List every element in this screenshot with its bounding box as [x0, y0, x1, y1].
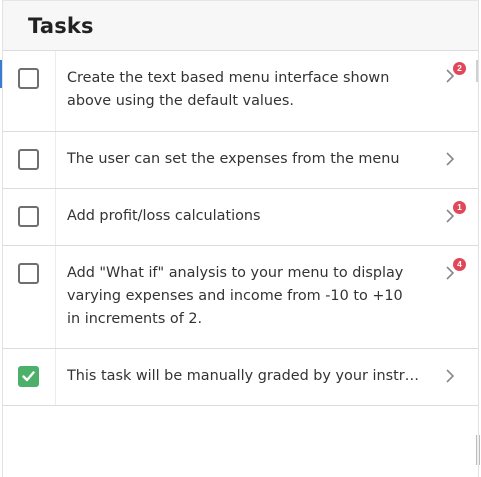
task-checkbox[interactable]	[18, 206, 39, 227]
task-checkbox[interactable]	[18, 263, 39, 284]
scrollbar-thumb[interactable]	[476, 435, 480, 465]
task-item-4[interactable]: Add "What if" analysis to your menu to d…	[3, 246, 478, 349]
task-text: This task will be manually graded by you…	[67, 368, 443, 384]
chevron-right-icon[interactable]	[443, 369, 457, 383]
page-title: Tasks	[28, 13, 94, 38]
tasks-panel: Tasks Create the text based menu interfa…	[2, 0, 479, 477]
chevron-right-icon[interactable]	[443, 152, 457, 166]
task-text: Create the text based menu interface sho…	[67, 70, 390, 109]
check-icon	[22, 371, 35, 382]
task-checkbox[interactable]	[18, 149, 39, 170]
task-text: Add "What if" analysis to your menu to d…	[67, 265, 404, 327]
task-item-1[interactable]: Create the text based menu interface sho…	[3, 51, 478, 132]
scrollbar-top	[476, 60, 478, 82]
task-text: Add profit/loss calculations	[67, 208, 261, 224]
task-checkbox-cell	[3, 189, 56, 245]
task-item-2[interactable]: The user can set the expenses from the m…	[3, 132, 478, 189]
task-checkbox-cell	[3, 246, 56, 348]
notification-badge: 1	[453, 201, 466, 214]
task-checkbox-cell	[3, 51, 56, 131]
notification-badge: 2	[453, 62, 466, 75]
task-item-3[interactable]: Add profit/loss calculations 1	[3, 189, 478, 246]
task-checkbox[interactable]	[18, 68, 39, 89]
task-item-5[interactable]: This task will be manually graded by you…	[3, 349, 478, 406]
task-text: The user can set the expenses from the m…	[67, 151, 400, 167]
task-checkbox-cell	[3, 132, 56, 188]
task-checkbox-checked[interactable]	[18, 366, 39, 387]
notification-badge: 4	[453, 258, 466, 271]
task-checkbox-cell	[3, 349, 56, 405]
active-marker	[0, 60, 2, 88]
tasks-header: Tasks	[3, 0, 478, 51]
